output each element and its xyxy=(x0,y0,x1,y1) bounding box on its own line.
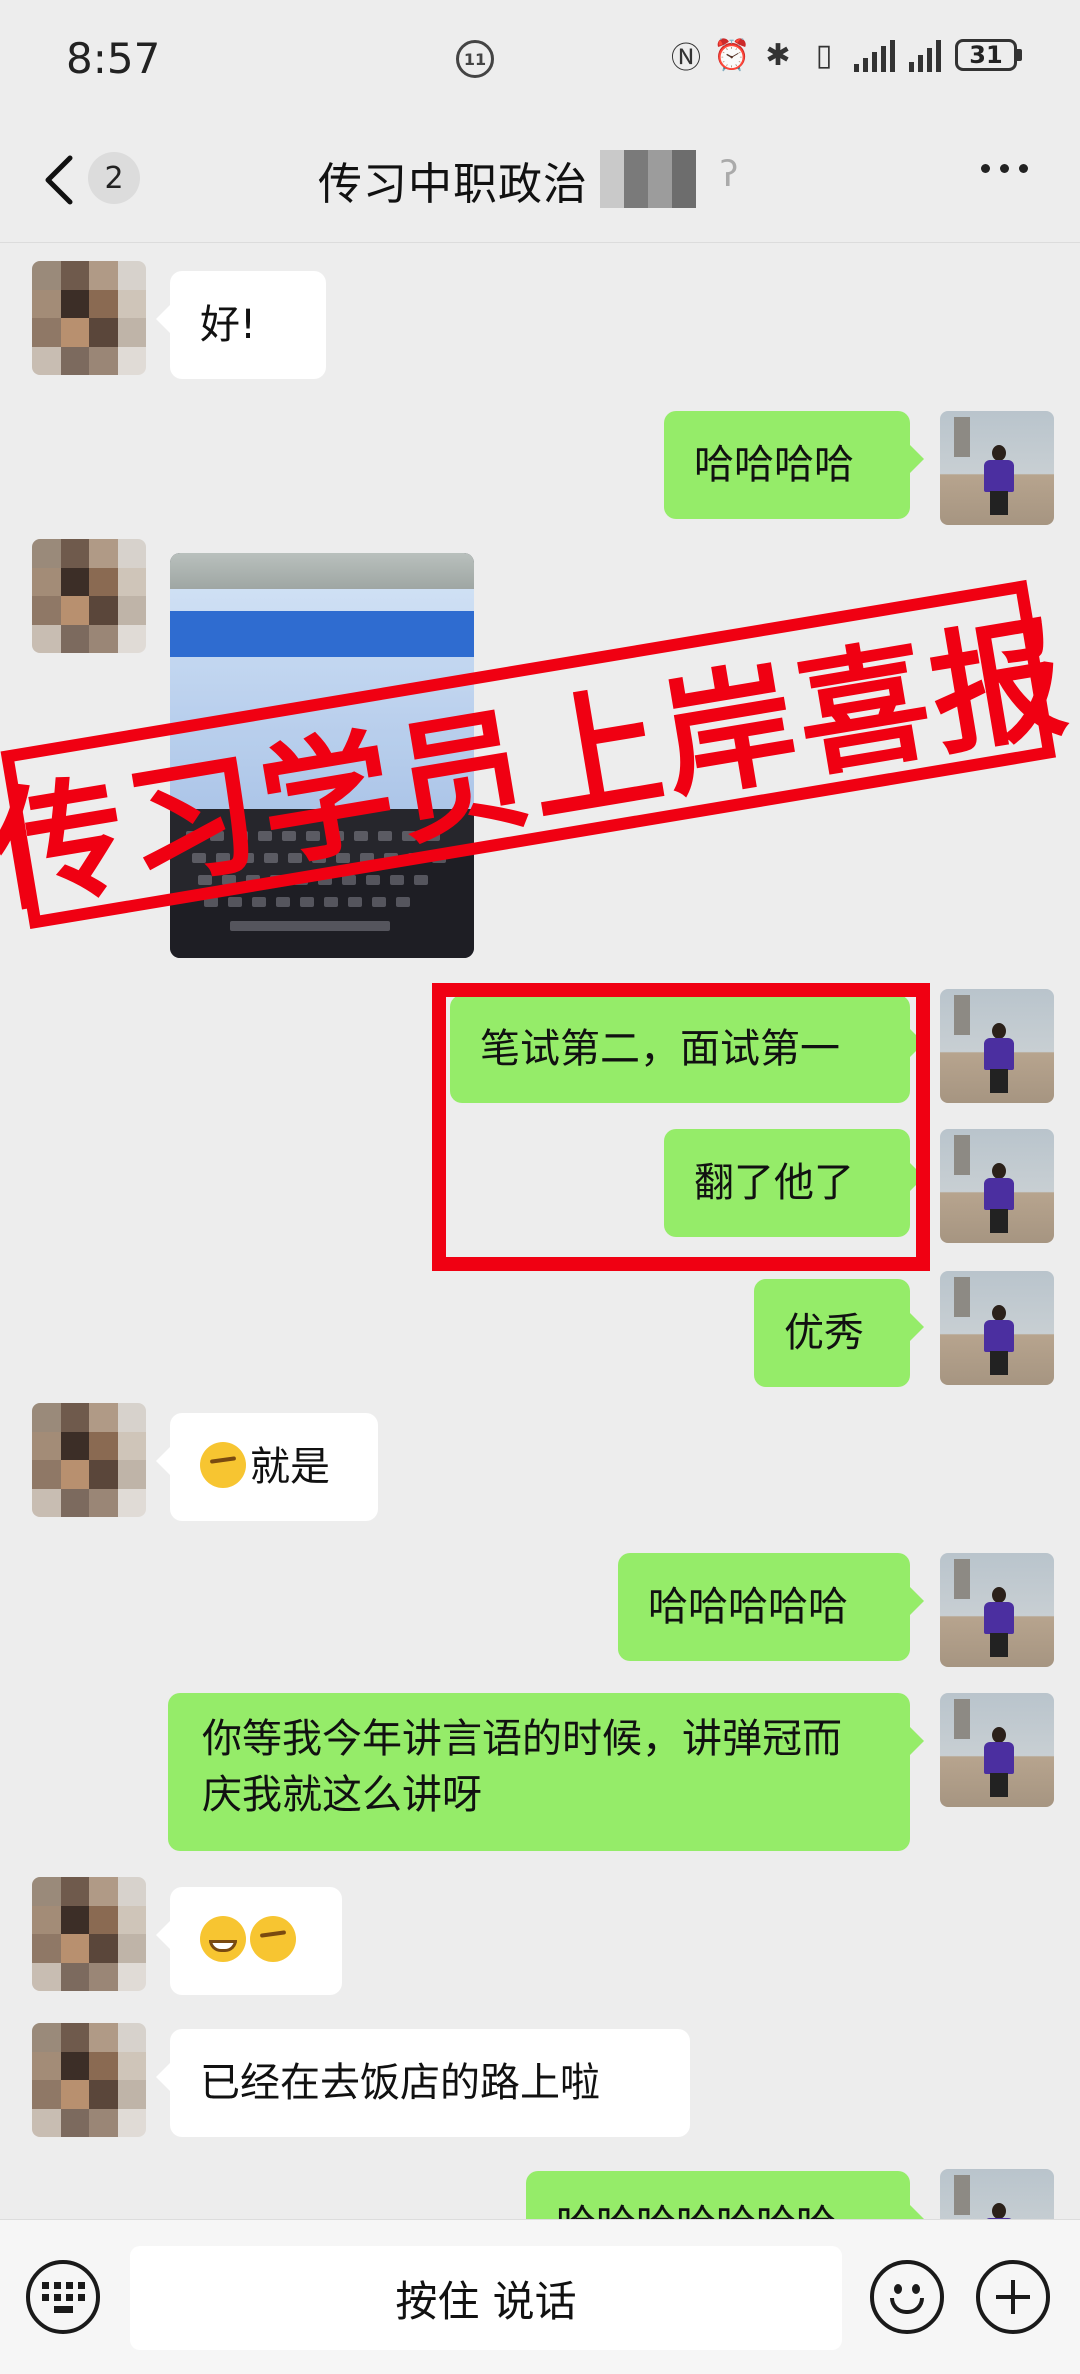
self-avatar[interactable] xyxy=(940,989,1054,1103)
self-avatar[interactable] xyxy=(940,1553,1054,1667)
chat-title: 传习中职政治 xyxy=(318,159,588,210)
self-avatar[interactable] xyxy=(940,2169,1054,2219)
promo-banner: 传习学员上岸喜报 xyxy=(0,544,1080,960)
input-bar: 按住 说话 xyxy=(0,2219,1080,2374)
message-bubble-sent[interactable]: 哈哈哈哈哈哈哈 xyxy=(526,2171,924,2219)
message-bubble-received[interactable]: 已经在去饭店的路上啦 xyxy=(156,2029,690,2137)
unread-count-badge[interactable]: 2 xyxy=(88,152,140,204)
blurred-name xyxy=(600,150,696,208)
bluetooth-icon: ✱ xyxy=(765,37,791,73)
self-avatar[interactable] xyxy=(940,411,1054,525)
message-bubble-received[interactable]: 好! xyxy=(156,271,326,379)
message-bubble-received[interactable] xyxy=(156,1887,342,1995)
alarm-icon: ⏰ xyxy=(713,37,751,73)
message-list[interactable]: 好! 哈哈哈哈 传习学员上岸喜报 笔试第二，面试第一 翻了他了 优秀 就是 哈哈… xyxy=(0,243,1080,2219)
banner-text: 传习学员上岸喜报 xyxy=(0,600,1080,932)
status-time: 8:57 xyxy=(66,34,161,83)
emoji-icon[interactable] xyxy=(870,2260,944,2334)
contact-avatar[interactable] xyxy=(32,1877,146,1991)
contact-avatar[interactable] xyxy=(32,1403,146,1517)
message-bubble-sent[interactable]: 优秀 xyxy=(754,1279,924,1387)
more-options-icon[interactable] xyxy=(981,164,1028,173)
message-bubble-sent[interactable]: 哈哈哈哈哈 xyxy=(618,1553,924,1661)
battery-icon: 31 xyxy=(955,39,1022,71)
contact-avatar[interactable] xyxy=(32,539,146,653)
contact-avatar[interactable] xyxy=(32,261,146,375)
battery-level: 31 xyxy=(955,39,1017,71)
status-icons: Ⓝ ⏰ ✱ ▯ 31 xyxy=(670,37,1022,76)
keyboard-icon[interactable] xyxy=(26,2260,100,2334)
self-avatar[interactable] xyxy=(940,1693,1054,1807)
grinning-face-emoji xyxy=(200,1916,246,1962)
message-bubble-sent[interactable]: 哈哈哈哈 xyxy=(664,411,924,519)
vibrate-icon: ▯ xyxy=(815,37,833,73)
thinking-face-emoji xyxy=(200,1442,246,1488)
hold-to-talk-button[interactable]: 按住 说话 xyxy=(130,2246,842,2350)
message-bubble-received[interactable]: 就是 xyxy=(156,1413,378,1521)
self-avatar[interactable] xyxy=(940,1129,1054,1243)
signal-2-icon xyxy=(909,38,941,72)
chat-header: 2 传习中职政治 ʔ xyxy=(0,120,1080,243)
back-icon[interactable] xyxy=(36,150,84,210)
ear-icon: ʔ xyxy=(720,154,739,195)
contact-avatar[interactable] xyxy=(32,2023,146,2137)
self-avatar[interactable] xyxy=(940,1271,1054,1385)
highlight-frame xyxy=(432,983,930,1271)
message-bubble-sent[interactable]: 你等我今年讲言语的时候，讲弹冠而庆我就这么讲呀 xyxy=(168,1693,924,1851)
notification-icon: 11 xyxy=(456,40,494,78)
plus-icon[interactable] xyxy=(976,2260,1050,2334)
status-bar: 8:57 11 Ⓝ ⏰ ✱ ▯ 31 xyxy=(0,0,1080,120)
signal-icon xyxy=(854,38,895,72)
nfc-icon: Ⓝ xyxy=(671,41,701,76)
thinking-face-emoji xyxy=(250,1916,296,1962)
